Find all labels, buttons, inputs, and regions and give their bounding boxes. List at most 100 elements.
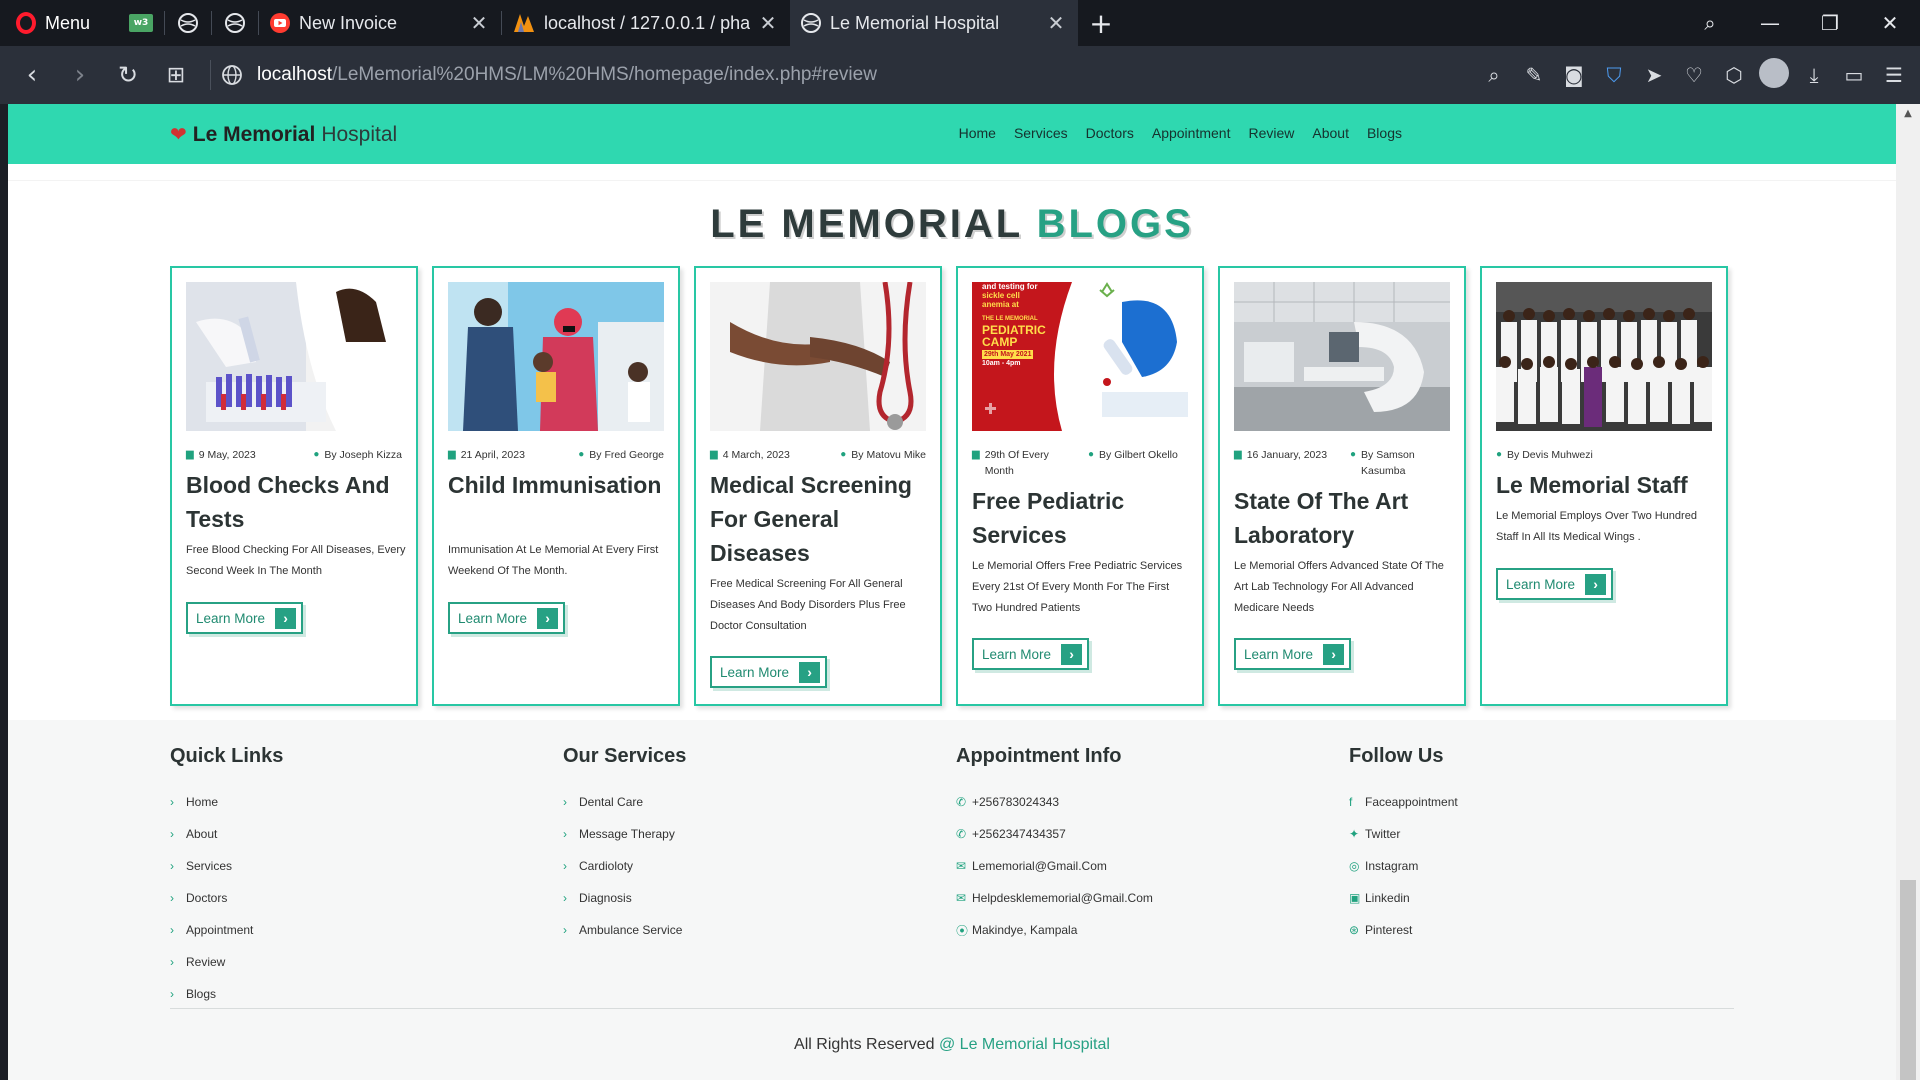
forward-button[interactable]: ›	[56, 60, 104, 90]
browser-menu-button[interactable]: Menu	[0, 12, 118, 34]
profile-icon[interactable]	[1754, 57, 1794, 93]
close-tab-icon[interactable]: ✕	[469, 11, 489, 36]
footer-social-pinterest[interactable]: ⊛ Pinterest	[1349, 914, 1458, 946]
nav-link-home[interactable]: Home	[959, 125, 996, 141]
search-icon[interactable]: ⌕	[1474, 63, 1514, 87]
calendar-icon: ▆	[1234, 449, 1242, 460]
close-tab-icon[interactable]: ✕	[758, 11, 778, 36]
easy-setup-icon[interactable]: ☰	[1874, 63, 1914, 87]
battery-icon[interactable]: ▭	[1834, 63, 1874, 87]
pinned-tab-w3[interactable]: w3	[118, 0, 164, 46]
site-footer: Quick Links › Home › About › Services › Doct…	[8, 720, 1896, 1080]
instagram-icon: ◎	[1349, 859, 1360, 873]
site-info-globe-icon[interactable]	[221, 64, 243, 86]
footer-social-instagram[interactable]: ◎ Instagram	[1349, 850, 1458, 882]
footer-social-twitter[interactable]: ✦ Twitter	[1349, 818, 1458, 850]
calendar-icon: ▆	[972, 449, 980, 460]
footer-follow-us: Follow Us f Faceappointment ✦ Twitter ◎ Ins…	[1349, 745, 1458, 946]
blog-author: By Samson Kasumba	[1361, 449, 1415, 477]
tab-grid-icon[interactable]: ⊞	[152, 63, 200, 88]
scroll-up-icon[interactable]: ▲	[1896, 108, 1920, 119]
globe-icon	[178, 13, 198, 33]
logo-light-text: Hospital	[321, 122, 398, 146]
learn-more-label: Learn More	[1506, 576, 1576, 592]
blog-date: 4 March, 2023	[722, 449, 790, 461]
learn-more-button[interactable]: Learn More ›	[710, 656, 828, 688]
footer-email-2[interactable]: ✉ Helpdesklememorial@Gmail.Com	[956, 882, 1153, 914]
user-icon: ●	[1350, 449, 1357, 460]
new-tab-button[interactable]: +	[1078, 7, 1124, 40]
blog-image-pediatric-camp-poster: and testing for sickle cell anemia at TH…	[972, 282, 1188, 431]
footer-social-linkedin[interactable]: ▣ Linkedin	[1349, 882, 1458, 914]
scrollbar-thumb[interactable]	[1900, 880, 1916, 1080]
restore-button[interactable]: ❐	[1800, 11, 1860, 35]
search-tabs-icon[interactable]: ⌕	[1680, 11, 1740, 35]
footer-heading: Follow Us	[1349, 745, 1444, 767]
blog-description: Immunisation At Le Memorial At Every Fir…	[448, 544, 659, 577]
learn-more-button[interactable]: Learn More ›	[186, 602, 304, 634]
tab-le-memorial-hospital[interactable]: Le Memorial Hospital ✕	[790, 0, 1078, 46]
camera-icon[interactable]: ◙	[1554, 63, 1594, 87]
close-tab-icon[interactable]: ✕	[1046, 11, 1066, 36]
back-button[interactable]: ‹	[8, 60, 56, 90]
blog-card: ● By Devis Muhwezi Le Memorial Staff Le M…	[1480, 266, 1728, 706]
site-logo[interactable]: ❤ Le Memorial Hospital	[170, 122, 397, 147]
footer-link-review[interactable]: › Review	[170, 946, 283, 978]
reload-button[interactable]: ↻	[104, 61, 152, 89]
blog-meta: ▆ 9 May, 2023 ● By Joseph Kizza	[186, 447, 402, 463]
send-icon[interactable]: ➤	[1634, 63, 1674, 87]
nav-link-appointment[interactable]: Appointment	[1152, 125, 1231, 141]
footer-service-link[interactable]: › Diagnosis	[563, 882, 686, 914]
nav-link-about[interactable]: About	[1312, 125, 1349, 141]
footer-service-link[interactable]: › Ambulance Service	[563, 914, 686, 946]
footer-link-doctors[interactable]: › Doctors	[170, 882, 283, 914]
chevron-right-icon: ›	[170, 795, 174, 809]
nav-link-services[interactable]: Services	[1014, 125, 1068, 141]
url-field[interactable]: localhost/LeMemorial%20HMS/LM%20HMS/home…	[221, 64, 1474, 86]
footer-service-link[interactable]: › Message Therapy	[563, 818, 686, 850]
cube-icon[interactable]: ⬡	[1714, 63, 1754, 87]
footer-service-link[interactable]: › Cardioloty	[563, 850, 686, 882]
page-scrollbar[interactable]: ▲	[1896, 104, 1920, 1080]
footer-link-blogs[interactable]: › Blogs	[170, 978, 283, 1010]
learn-more-label: Learn More	[982, 646, 1052, 662]
envelope-icon: ✉	[956, 859, 967, 873]
nav-link-review[interactable]: Review	[1248, 125, 1294, 141]
footer-link-services[interactable]: › Services	[170, 850, 283, 882]
chevron-right-icon: ›	[170, 859, 174, 873]
footer-link-about[interactable]: › About	[170, 818, 283, 850]
blog-card: ▆ 16 January, 2023 ● By Samson Kasumba Sta…	[1218, 266, 1466, 706]
calendar-icon: ▆	[186, 449, 194, 460]
tab-phpmyadmin[interactable]: localhost / 127.0.0.1 / phar ✕	[502, 0, 790, 46]
pinned-tab-globe-2[interactable]	[212, 0, 258, 46]
footer-phone-1[interactable]: ✆ +256783024343	[956, 786, 1153, 818]
learn-more-button[interactable]: Learn More ›	[1234, 638, 1352, 670]
pinned-tab-globe-1[interactable]	[165, 0, 211, 46]
footer-appointment-info: Appointment Info ✆ +256783024343 ✆ +256234…	[956, 745, 1153, 946]
footer-heading: Our Services	[563, 745, 687, 767]
copyright-brand-link[interactable]: @ Le Memorial Hospital	[939, 1036, 1110, 1053]
footer-email-1[interactable]: ✉ Lememorial@Gmail.Com	[956, 850, 1153, 882]
nav-link-doctors[interactable]: Doctors	[1086, 125, 1134, 141]
learn-more-button[interactable]: Learn More ›	[448, 602, 566, 634]
footer-phone-2[interactable]: ✆ +2562347434357	[956, 818, 1153, 850]
minimize-button[interactable]: —	[1740, 11, 1800, 35]
download-icon[interactable]: ⤓	[1794, 63, 1834, 87]
edit-icon[interactable]: ✎	[1514, 63, 1554, 87]
heart-icon[interactable]: ♡	[1674, 63, 1714, 87]
page-viewport: ❤ Le Memorial Hospital Home Services Doc…	[8, 104, 1896, 1080]
learn-more-button[interactable]: Learn More ›	[972, 638, 1090, 670]
nav-link-blogs[interactable]: Blogs	[1367, 125, 1402, 141]
window-controls: ⌕ — ❐ ✕	[1680, 0, 1920, 46]
tab-title: New Invoice	[299, 12, 398, 33]
tab-new-invoice[interactable]: New Invoice ✕	[259, 0, 501, 46]
footer-social-facebook[interactable]: f Faceappointment	[1349, 786, 1458, 818]
footer-service-link[interactable]: › Dental Care	[563, 786, 686, 818]
shield-icon[interactable]: ⛉	[1594, 63, 1634, 87]
footer-link-appointment[interactable]: › Appointment	[170, 914, 283, 946]
poster-text: and testing for sickle cell anemia at TH…	[982, 282, 1046, 367]
chevron-right-icon: ›	[275, 607, 297, 629]
close-window-button[interactable]: ✕	[1860, 11, 1920, 35]
learn-more-button[interactable]: Learn More ›	[1496, 568, 1614, 600]
footer-link-home[interactable]: › Home	[170, 786, 283, 818]
